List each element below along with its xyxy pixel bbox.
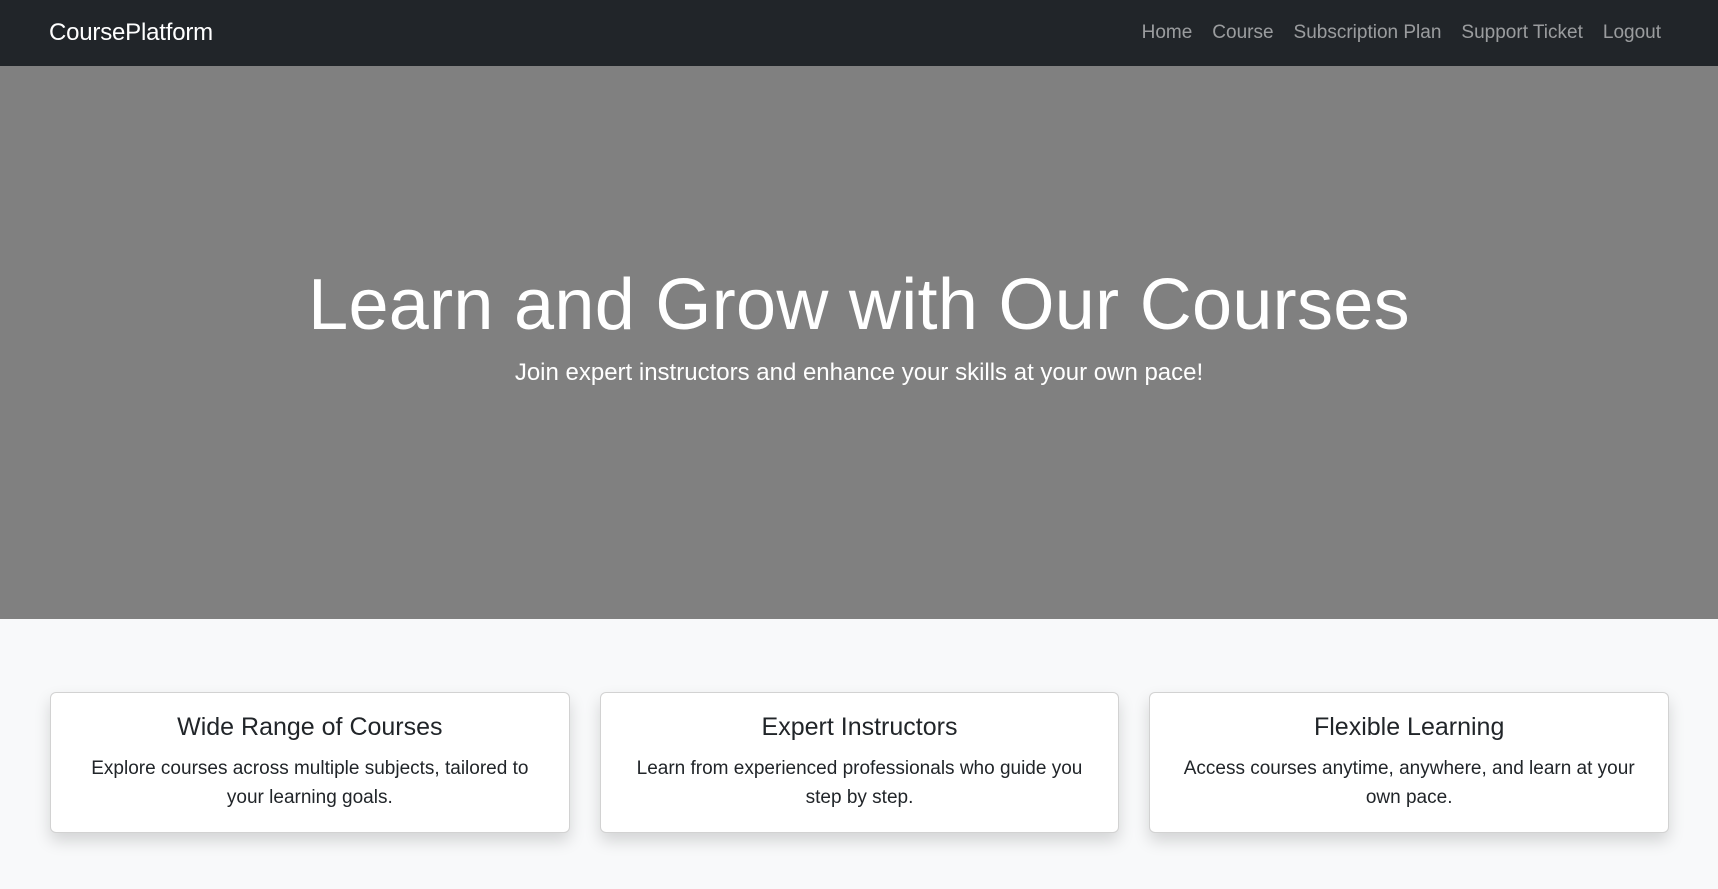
- nav-link-home[interactable]: Home: [1142, 22, 1193, 44]
- feature-card-flexible: Flexible Learning Access courses anytime…: [1149, 692, 1670, 833]
- nav-link-course[interactable]: Course: [1212, 22, 1273, 44]
- feature-card-title: Wide Range of Courses: [177, 713, 443, 741]
- top-navbar: CoursePlatform Home Course Subscription …: [0, 0, 1718, 66]
- hero-subtitle: Join expert instructors and enhance your…: [514, 359, 1204, 387]
- nav-link-subscription-plan[interactable]: Subscription Plan: [1294, 22, 1442, 44]
- feature-card-text: Explore courses across multiple subjects…: [91, 758, 529, 809]
- nav-link-support-ticket[interactable]: Support Ticket: [1461, 22, 1582, 44]
- hero-title: Learn and Grow with Our Courses: [308, 264, 1410, 345]
- nav-links: Home Course Subscription Plan Support Ti…: [1142, 22, 1661, 44]
- feature-card-title: Flexible Learning: [1313, 713, 1505, 741]
- hero-banner: Learn and Grow with Our Courses Join exp…: [0, 66, 1718, 619]
- feature-card-text: Access courses anytime, anywhere, and le…: [1183, 758, 1635, 809]
- feature-card-text: Learn from experienced professionals who…: [636, 758, 1083, 809]
- feature-card-title: Expert Instructors: [761, 713, 958, 741]
- feature-card-instructors: Expert Instructors Learn from experience…: [599, 692, 1120, 833]
- nav-link-logout[interactable]: Logout: [1603, 22, 1661, 44]
- features-section: Wide Range of Courses Explore courses ac…: [0, 619, 1718, 889]
- brand-logo-link[interactable]: CoursePlatform: [49, 19, 213, 47]
- feature-card-courses: Wide Range of Courses Explore courses ac…: [50, 692, 570, 833]
